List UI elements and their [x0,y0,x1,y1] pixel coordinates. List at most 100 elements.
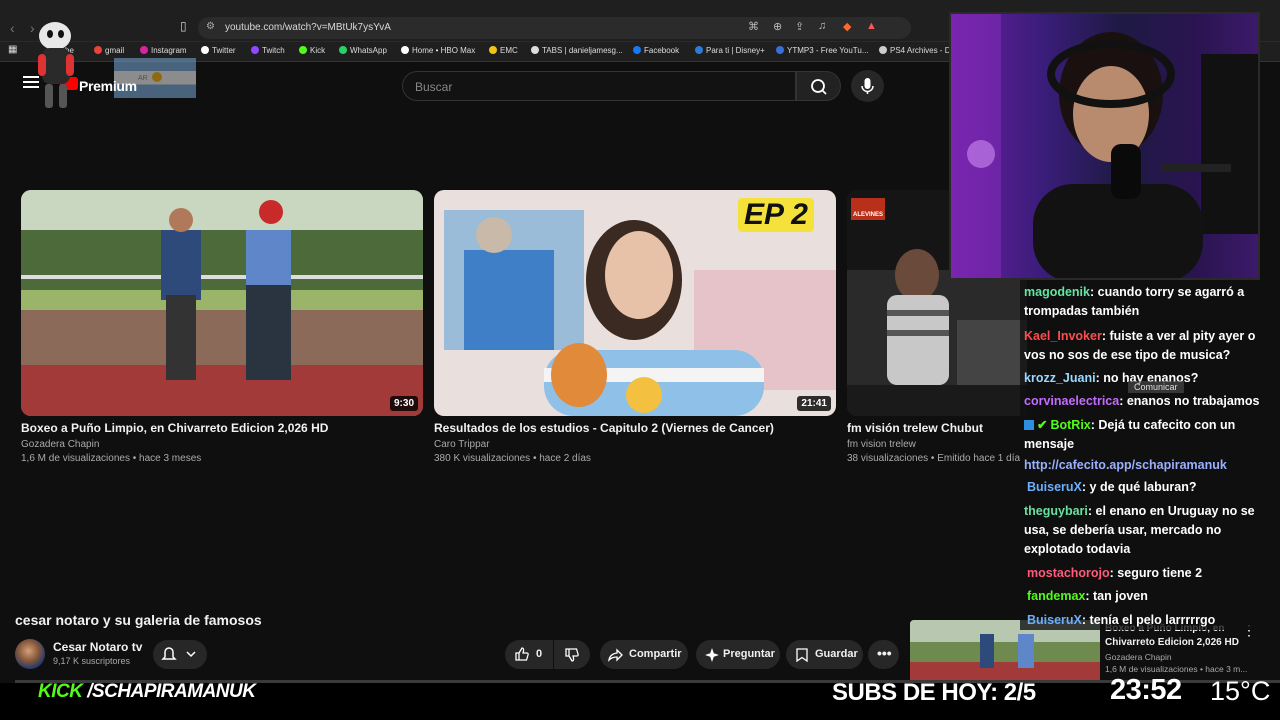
chat-text: : enanos no trabajamos [1119,394,1260,408]
disney-icon [695,46,703,54]
notification-button[interactable] [153,640,207,669]
mini-channel[interactable]: Gozadera Chapin [1105,652,1255,662]
video-title[interactable]: Resultados de los estudios - Capitulo 2 … [434,421,774,435]
streamer-webcam-image [951,14,1258,278]
bookmark-ytmp3[interactable]: YTMP3 - Free YouTu... [776,46,869,55]
translate-icon[interactable]: ⌘ [748,20,759,33]
verified-badge-icon: ✔ [1037,418,1048,432]
bookmark-label: gmail [105,46,125,55]
apps-icon[interactable]: ▦ [8,44,17,55]
more-actions-button[interactable]: ••• [868,640,899,669]
dislike-button[interactable] [554,640,590,669]
chat-user[interactable]: BuiseruX [1027,480,1082,494]
search-input[interactable] [415,78,775,96]
emc-icon [489,46,497,54]
ytmp3-icon [776,46,784,54]
bookmark-label: Twitch [262,46,285,55]
chat-user[interactable]: theguybari [1024,504,1088,518]
video-duration: 9:30 [389,396,418,411]
video-thumbnail[interactable]: 9:30 [21,190,423,416]
bookmark-twitch[interactable]: Twitch [251,46,285,55]
bookmark-save-icon [796,648,808,663]
bookmark-whatsapp[interactable]: WhatsApp [339,46,387,55]
chat-text: : y de qué laburan? [1081,480,1197,494]
chat-user[interactable]: mostachorojo [1027,566,1110,580]
subs-goal: SUBS DE HOY: 2/5 [832,679,1036,706]
bookmark-hbo[interactable]: Home • HBO Max [401,46,475,55]
chat-user[interactable]: BotRix [1050,418,1090,432]
share-icon[interactable]: ⇪ [795,20,804,33]
chat-user[interactable]: magodenik [1024,285,1090,299]
facebook-icon [633,46,641,54]
thumbs-down-icon [565,648,579,662]
video-channel[interactable]: Gozadera Chapin [21,439,99,450]
sun-icon [152,72,162,82]
channel-avatar[interactable] [15,639,45,669]
like-count: 0 [536,648,543,660]
chat-user[interactable]: corvinaelectrica [1024,394,1119,408]
video-thumbnail[interactable]: EP 2 21:41 [434,190,836,416]
channel-name[interactable]: Cesar Notaro tv [53,640,142,654]
media-icon[interactable]: ♫ [818,20,826,32]
bookmark-instagram[interactable]: Instagram [140,46,187,55]
video-channel[interactable]: fm vision trelew [847,439,916,450]
like-button[interactable]: 0 [505,640,553,669]
bookmark-gmail[interactable]: gmail [94,46,124,55]
bookmark-twitter[interactable]: Twitter [201,46,236,55]
bookmark-facebook[interactable]: Facebook [633,46,679,55]
kick-logo: KICK [38,681,83,702]
chat-user[interactable]: krozz_Juani [1024,371,1096,385]
bookmark-ps4[interactable]: PS4 Archives - D [879,46,950,55]
video-title[interactable]: fm visión trelew Chubut [847,421,983,435]
voice-search-button[interactable] [851,70,884,102]
share-label: Compartir [629,648,682,660]
chat-link[interactable]: http://cafecito.app/schapiramanuk [1024,458,1227,472]
rewards-icon[interactable]: ▲ [866,20,877,32]
chat-user[interactable]: BuiseruX [1027,613,1082,627]
search-button[interactable] [796,71,841,101]
site-info-icon[interactable]: ⚙ [206,21,215,32]
save-button[interactable]: Guardar [786,640,863,669]
brave-shield-icon[interactable]: ◆ [843,20,851,33]
twitter-icon [201,46,209,54]
ask-button[interactable]: Preguntar [696,640,780,669]
share-button[interactable]: Compartir [600,640,688,669]
bookmark-label: Home • HBO Max [412,46,476,55]
back-icon[interactable]: ‹ [10,20,15,36]
ask-label: Preguntar [723,648,775,660]
bookmark-icon[interactable]: ▯ [180,19,187,33]
video-title[interactable]: Boxeo a Puño Limpio, en Chivarreto Edici… [21,421,328,435]
bookmark-label: Para ti | Disney+ [706,46,765,55]
premium-label[interactable]: Premium [79,78,137,94]
bookmark-label: YTMP3 - Free YouTu... [787,46,869,55]
chat-user[interactable]: Kael_Invoker [1024,329,1102,343]
search-box[interactable] [402,71,796,101]
whatsapp-icon [339,46,347,54]
chat-text: : seguro tiene 2 [1109,566,1203,580]
flag-label: AR [138,75,148,82]
bookmark-tabs[interactable]: TABS | danieljamesg... [531,46,623,55]
boxing-thumbnail-image [21,190,423,416]
bookmark-label: Instagram [151,46,187,55]
kick-channel-banner: KICK /SCHAPIRAMANUK [38,681,256,703]
ps4-icon [879,46,887,54]
bookmark-kick[interactable]: Kick [299,46,325,55]
bookmark-emc[interactable]: EMC [489,46,518,55]
bookmark-label: PS4 Archives - D [890,46,951,55]
share-arrow-icon [608,648,623,662]
thumbs-up-icon [515,647,529,661]
bookmark-label: Kick [310,46,326,55]
video-meta: 38 visualizaciones • Emitido hace 1 día [847,453,1021,464]
video-meta: 380 K visualizaciones • hace 2 días [434,453,591,464]
twitch-icon [251,46,259,54]
gmail-icon [94,46,102,54]
mini-meta: 1,6 M de visualizaciones • hace 3 m... [1105,664,1248,674]
address-bar[interactable]: ⚙ youtube.com/watch?v=MBtUk7ysYvA ⌘ ⊕ ⇪ … [198,17,911,39]
temperature: 15°C [1210,676,1271,706]
zoom-icon[interactable]: ⊕ [773,20,782,33]
bookmark-disney[interactable]: Para ti | Disney+ [695,46,765,55]
address-url[interactable]: youtube.com/watch?v=MBtUk7ysYvA [225,22,391,33]
video-channel[interactable]: Caro Trippar [434,439,490,450]
chat-user[interactable]: fandemax [1027,589,1085,603]
chat-tooltip: Comunicar [1128,381,1184,393]
